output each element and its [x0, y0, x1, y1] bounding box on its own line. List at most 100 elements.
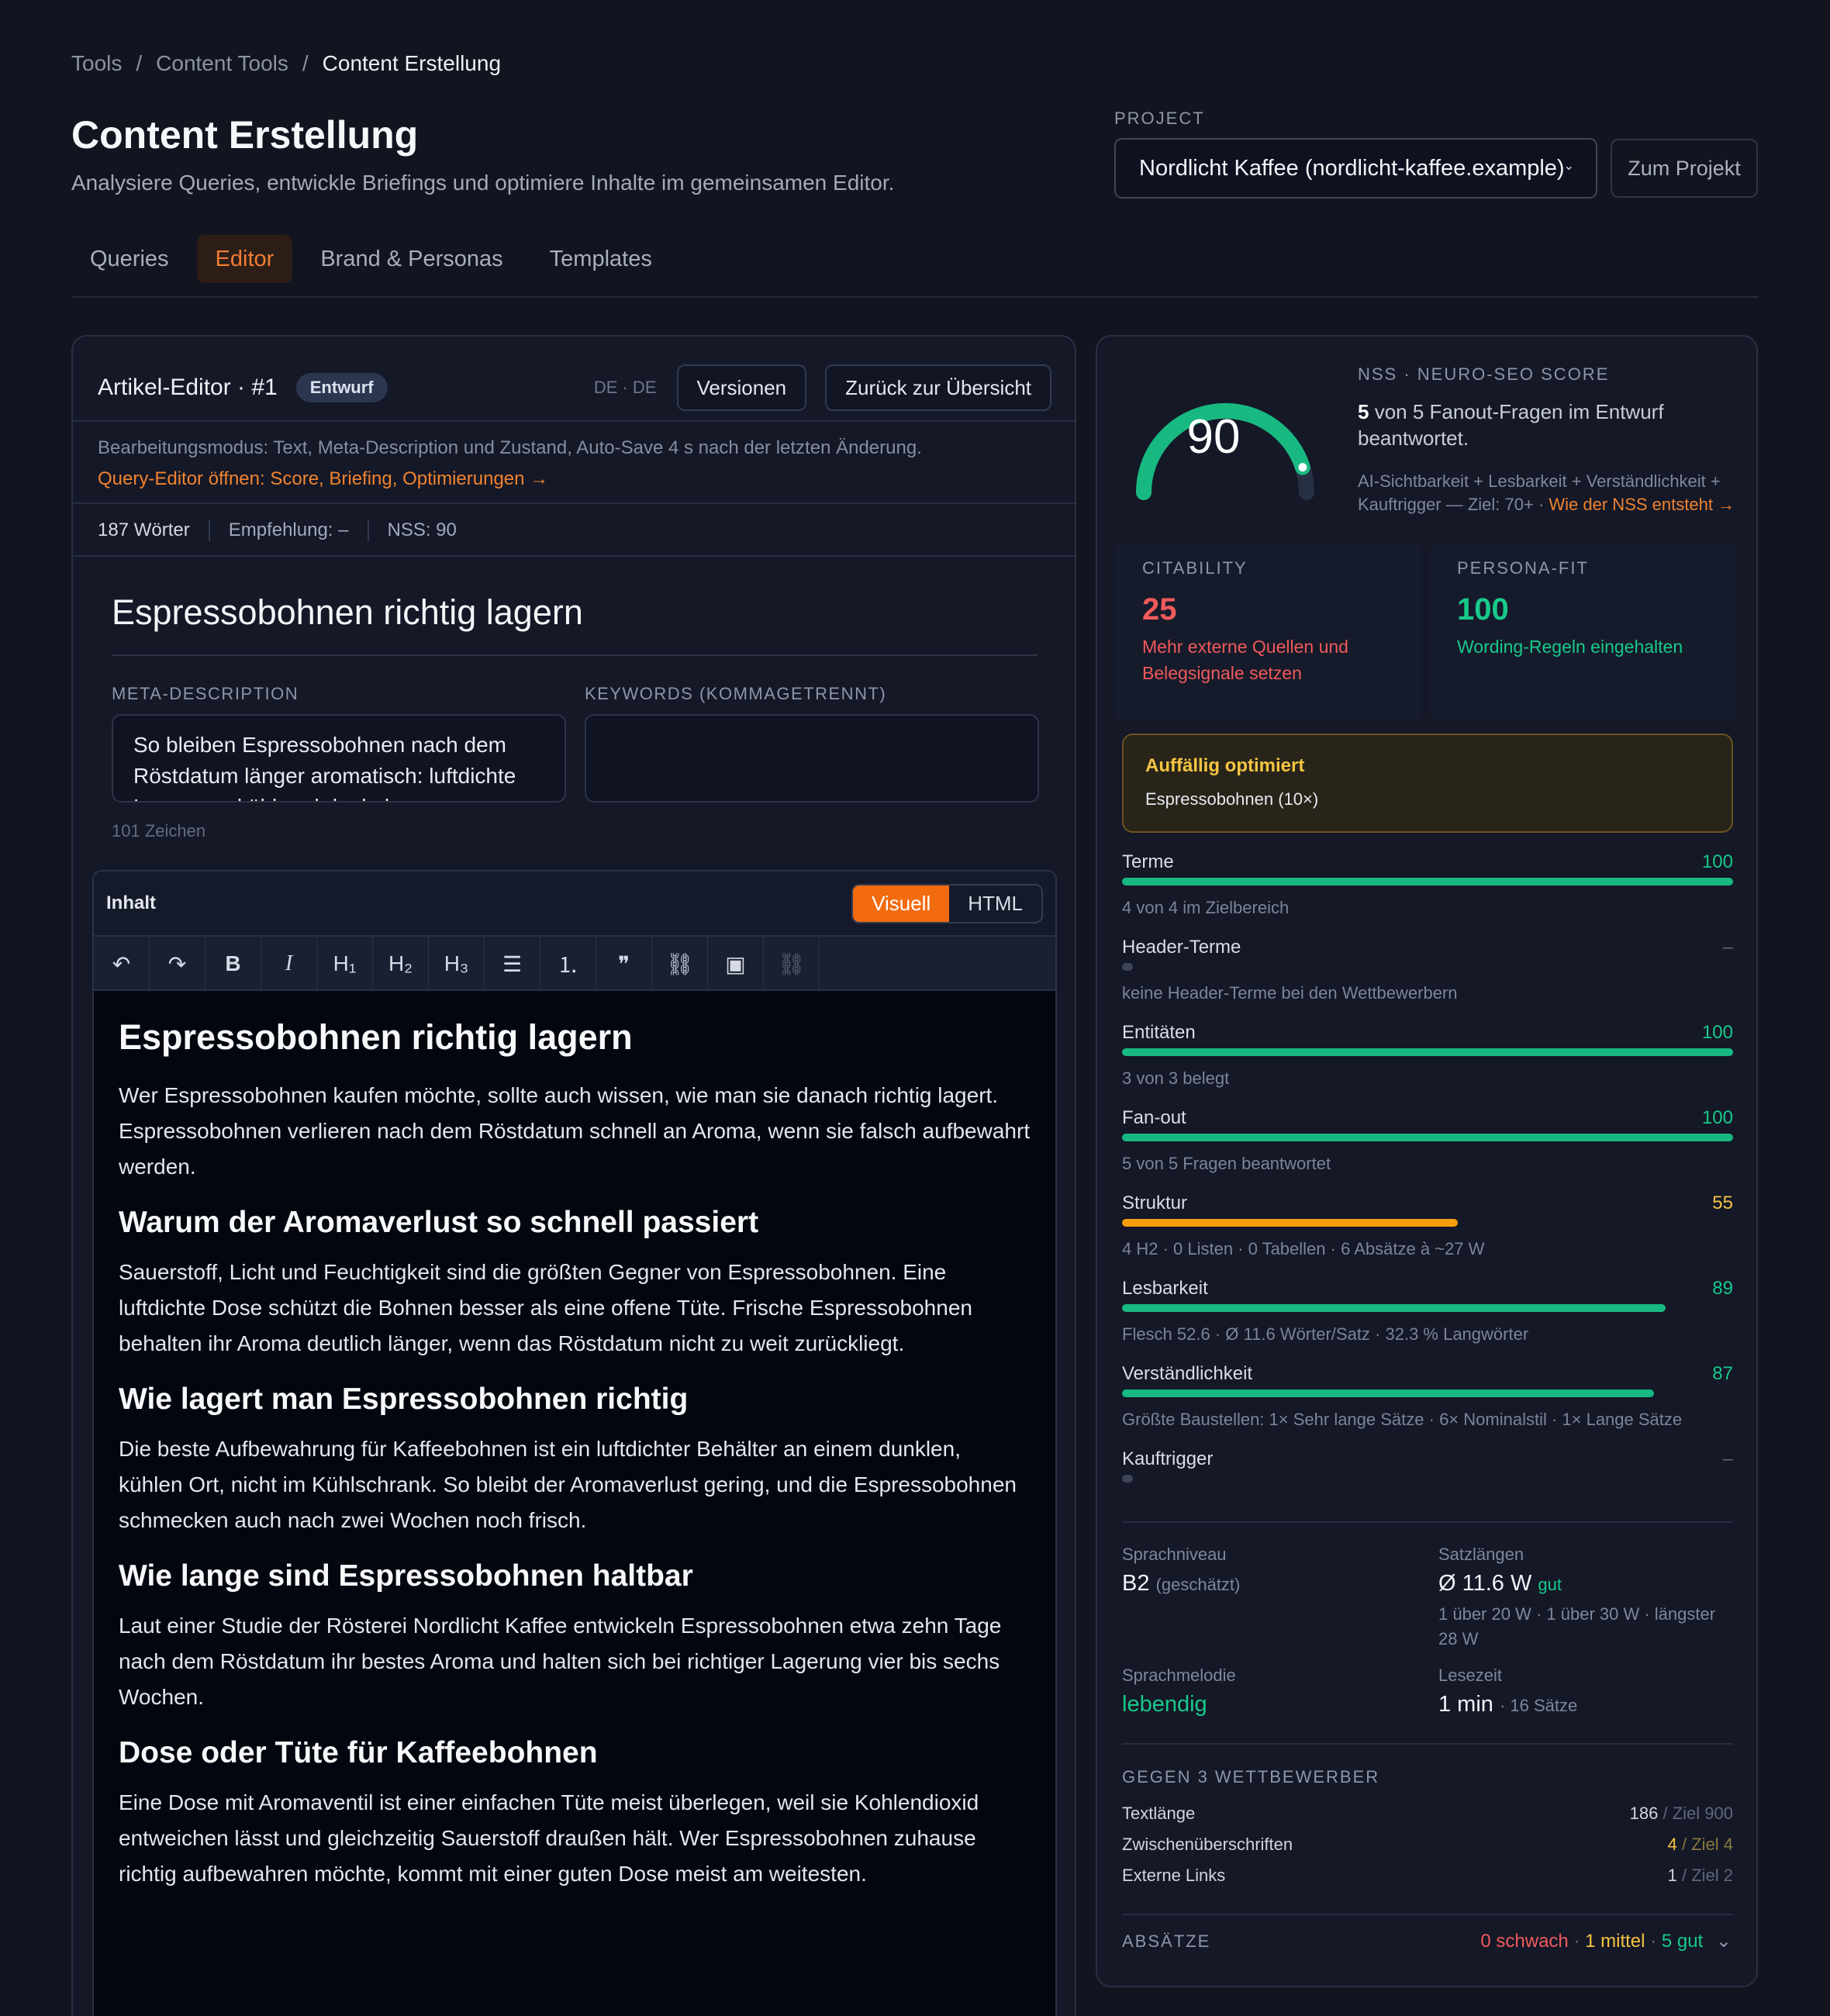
bold-icon[interactable]: B [205, 937, 261, 991]
over-optimization-warning: Auffällig optimiert Espressobohnen (10×) [1122, 734, 1733, 833]
meta-description-field[interactable]: So bleiben Espressobohnen nach dem Röstd… [112, 714, 566, 803]
link-icon[interactable]: ⛓ [652, 937, 708, 991]
divider [1122, 1521, 1733, 1523]
fanout-summary: 5 von 5 Fanout-Fragen im Entwurf beantwo… [1358, 399, 1738, 451]
competitor-metric-value: 1 / Ziel 2 [1668, 1866, 1733, 1886]
breadcrumb: Tools / Content Tools / Content Erstellu… [71, 51, 501, 76]
score-panel: 90 NSS · NEURO-SEO SCORE 5 von 5 Fanout-… [1096, 335, 1758, 1987]
metric-score: 100 [1701, 1107, 1733, 1128]
mode-html-button[interactable]: HTML [949, 885, 1041, 922]
query-editor-link[interactable]: Query-Editor öffnen: Score, Briefing, Op… [98, 468, 548, 490]
competitor-row: Zwischenüberschriften 4 / Ziel 4 [1122, 1835, 1733, 1855]
metric-detail: 3 von 3 belegt [1122, 1068, 1230, 1088]
heading1-icon[interactable]: H₁ [317, 937, 373, 991]
title-underline [112, 654, 1038, 656]
breadcrumb-separator: / [136, 51, 143, 75]
satzlaengen-label: Satzlängen [1438, 1545, 1524, 1564]
competitor-metric-name: Textlänge [1122, 1804, 1196, 1823]
unlink-icon: ⛓ [764, 937, 820, 991]
status-badge: Entwurf [295, 373, 388, 402]
metric-name: Fan-out [1122, 1107, 1186, 1128]
metric-score: 55 [1712, 1193, 1733, 1213]
heading3-icon[interactable]: H₃ [429, 937, 485, 991]
metric-bar [1122, 963, 1733, 971]
metric-row: Header-Terme – keine Header-Terme bei den … [1122, 937, 1733, 1022]
image-icon[interactable]: ▣ [708, 937, 764, 991]
back-to-overview-button[interactable]: Zurück zur Übersicht [825, 364, 1051, 411]
metric-bar-empty [1122, 963, 1133, 971]
mode-toggle: Visuell HTML [851, 883, 1043, 923]
nss-explainer-link[interactable]: Wie der NSS entsteht → [1549, 495, 1735, 514]
nss-score-value: 90 [1186, 410, 1241, 464]
editor-panel: Artikel-Editor · #1 Entwurf DE · DE Vers… [71, 335, 1076, 2016]
competitor-metric-value: 186 / Ziel 900 [1630, 1804, 1733, 1824]
metric-bar-fill [1122, 1304, 1666, 1312]
zum-projekt-button[interactable]: Zum Projekt [1611, 139, 1758, 198]
tab-editor[interactable]: Editor [196, 235, 293, 283]
mode-visual-button[interactable]: Visuell [853, 885, 950, 922]
metric-row: Terme 100 4 von 4 im Zielbereich [1122, 851, 1733, 937]
tab-queries[interactable]: Queries [71, 235, 188, 283]
competitor-metric-name: Zwischenüberschriften [1122, 1835, 1293, 1854]
citability-card: CITABILITY 25 Mehr externe Quellen und B… [1114, 543, 1421, 721]
ordered-list-icon[interactable]: ⒈ [540, 937, 596, 991]
chevron-down-icon[interactable]: ⌄ [1716, 1931, 1732, 1952]
sprachniveau-note: (geschätzt) [1155, 1575, 1241, 1594]
keywords-label: KEYWORDS (KOMMAGETRENNT) [585, 684, 887, 703]
metric-detail: 4 H2 · 0 Listen · 0 Tabellen · 6 Absätze… [1122, 1239, 1485, 1258]
metric-bar [1122, 1134, 1733, 1141]
italic-icon[interactable]: I [261, 937, 317, 991]
warning-title: Auffällig optimiert [1145, 755, 1305, 776]
divider [1122, 1743, 1733, 1745]
undo-icon[interactable]: ↶ [94, 937, 150, 991]
content-paragraph: Laut einer Studie der Rösterei Nordlicht… [119, 1614, 1002, 1709]
metric-score: 89 [1712, 1278, 1733, 1299]
redo-icon[interactable]: ↷ [150, 937, 205, 991]
breadcrumb-current: Content Erstellung [322, 51, 502, 75]
metric-score: – [1722, 937, 1733, 958]
metric-bar [1122, 1304, 1733, 1312]
absaetze-label[interactable]: ABSÄTZE [1122, 1931, 1210, 1952]
word-count: 187 Wörter [98, 520, 190, 540]
tab-templates[interactable]: Templates [531, 235, 671, 283]
keywords-field[interactable] [585, 714, 1039, 803]
metric-name: Verständlichkeit [1122, 1363, 1253, 1384]
competitor-metric-name: Externe Links [1122, 1866, 1226, 1885]
metric-detail: 5 von 5 Fragen beantwortet [1122, 1154, 1331, 1173]
metric-name: Kauftrigger [1122, 1448, 1214, 1469]
metric-row: Fan-out 100 5 von 5 Fragen beantwortet [1122, 1107, 1733, 1193]
citability-label: CITABILITY [1142, 558, 1248, 578]
satzlaengen-avg: Ø 11.6 W [1438, 1571, 1532, 1596]
editor-content[interactable]: Espressobohnen richtig lagern Wer Espres… [94, 991, 1055, 1929]
satzlaengen-tag: gut [1538, 1575, 1562, 1594]
metric-name: Lesbarkeit [1122, 1278, 1208, 1299]
metric-bar [1122, 1475, 1733, 1483]
page-subtitle: Analysiere Queries, entwickle Briefings … [71, 171, 895, 195]
citability-value: 25 [1142, 592, 1177, 627]
heading2-icon[interactable]: H₂ [373, 937, 429, 991]
absaetze-summary[interactable]: 0 schwach · 1 mittel · 5 gut ⌄ [1480, 1930, 1732, 1952]
breadcrumb-content-tools[interactable]: Content Tools [156, 51, 288, 76]
divider [73, 420, 1075, 422]
document-title-input[interactable]: Espressobohnen richtig lagern [112, 592, 583, 633]
quote-icon[interactable]: ❞ [596, 937, 652, 991]
competitor-value: 1 [1667, 1866, 1677, 1885]
fanout-text: von 5 Fanout-Fragen im Entwurf beantwort… [1358, 400, 1664, 450]
language-indicator: DE · DE [593, 378, 657, 397]
metric-detail: Größte Baustellen: 1× Sehr lange Sätze ·… [1122, 1410, 1683, 1429]
citability-desc: Mehr externe Quellen und Belegsignale se… [1142, 637, 1348, 683]
sprachniveau-label: Sprachniveau [1122, 1545, 1227, 1564]
breadcrumb-tools[interactable]: Tools [71, 51, 122, 76]
project-select[interactable]: Nordlicht Kaffee (nordlicht-kaffee.examp… [1114, 138, 1597, 198]
tab-brand-personas[interactable]: Brand & Personas [302, 235, 521, 283]
bullet-list-icon[interactable]: ☰ [485, 937, 540, 991]
metric-bar-fill [1122, 1389, 1654, 1397]
breadcrumb-separator: / [302, 51, 309, 75]
satzlaengen-value: Ø 11.6 W gut [1438, 1571, 1562, 1597]
warning-detail: Espressobohnen (10×) [1145, 789, 1319, 809]
metric-bar-fill [1122, 1219, 1459, 1227]
versions-button[interactable]: Versionen [676, 364, 807, 411]
metric-detail: Flesch 52.6 · Ø 11.6 Wörter/Satz · 32.3 … [1122, 1324, 1529, 1344]
editing-mode-note: Bearbeitungsmodus: Text, Meta-Descriptio… [98, 437, 922, 458]
metric-detail: keine Header-Terme bei den Wettbewerbern [1122, 983, 1458, 1003]
